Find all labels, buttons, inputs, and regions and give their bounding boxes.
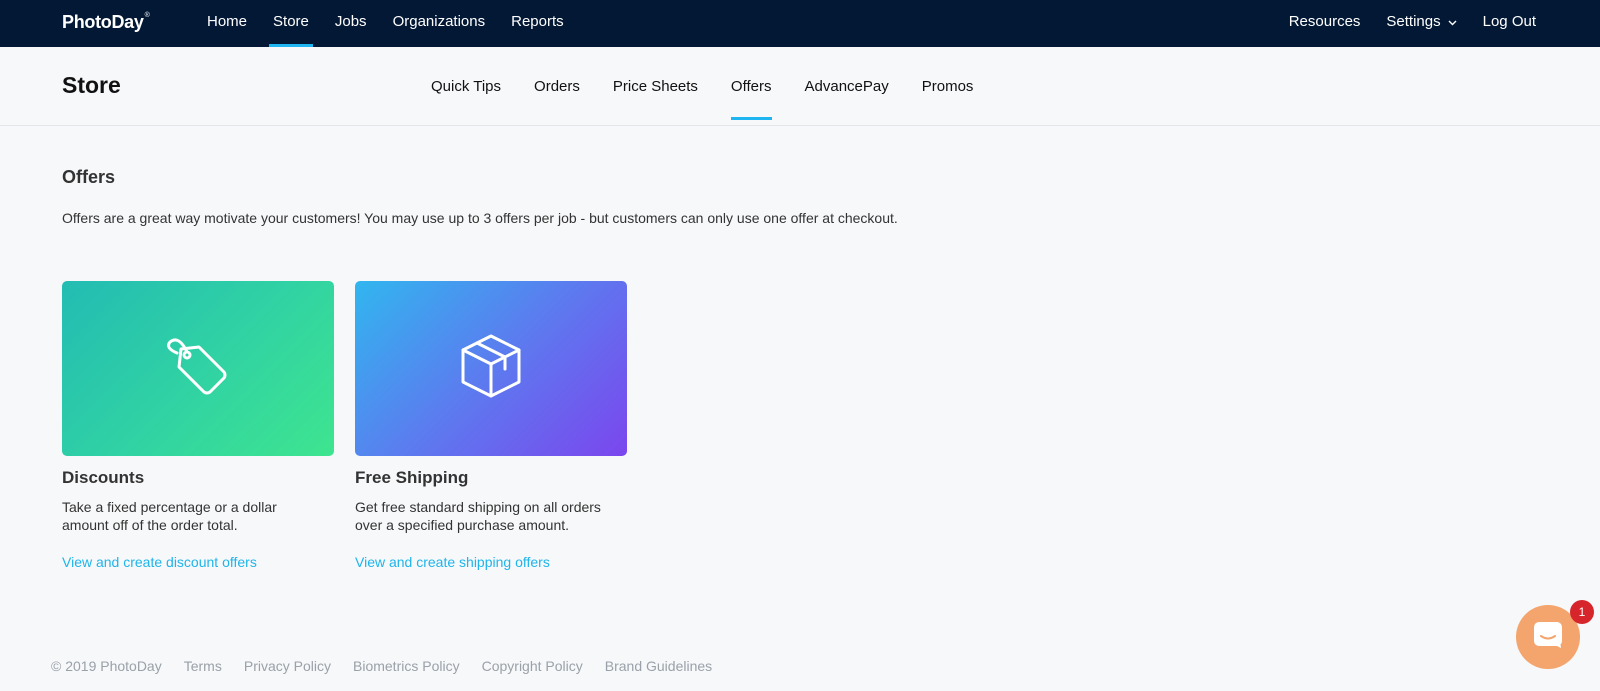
logo-text: PhotoDay xyxy=(62,12,144,32)
footer-biometrics-link[interactable]: Biometrics Policy xyxy=(353,658,460,674)
nav-store[interactable]: Store xyxy=(269,0,313,47)
nav-settings[interactable]: Settings xyxy=(1386,0,1457,47)
nav-logout[interactable]: Log Out xyxy=(1483,0,1536,47)
page-title: Store xyxy=(62,72,121,98)
tab-advancepay[interactable]: AdvancePay xyxy=(805,47,889,126)
box-icon xyxy=(459,332,523,405)
footer-terms-link[interactable]: Terms xyxy=(184,658,222,674)
footer: © 2019 PhotoDay Terms Privacy Policy Bio… xyxy=(51,658,734,674)
tab-offers[interactable]: Offers xyxy=(730,47,772,126)
discounts-card: Discounts Take a fixed percentage or a d… xyxy=(62,281,334,570)
shipping-offers-link[interactable]: View and create shipping offers xyxy=(355,554,627,570)
free-shipping-desc-line-2: over a specified purchase amount. xyxy=(355,517,570,533)
footer-copyright-policy-link[interactable]: Copyright Policy xyxy=(482,658,583,674)
store-subheader: Store Quick Tips Orders Price Sheets Off… xyxy=(0,47,1600,126)
nav-settings-label: Settings xyxy=(1386,13,1441,30)
nav-left: Home Store Jobs Organizations Reports xyxy=(207,0,590,47)
tag-icon xyxy=(165,333,231,404)
free-shipping-description: Get free standard shipping on all orders… xyxy=(355,498,627,534)
nav-right: Resources Settings Log Out xyxy=(1263,0,1536,47)
nav-jobs[interactable]: Jobs xyxy=(335,0,367,47)
tab-quick-tips[interactable]: Quick Tips xyxy=(431,47,501,126)
footer-copyright: © 2019 PhotoDay xyxy=(51,658,162,674)
store-tabs: Quick Tips Orders Price Sheets Offers Ad… xyxy=(431,47,1006,126)
footer-brand-guidelines-link[interactable]: Brand Guidelines xyxy=(605,658,712,674)
nav-home[interactable]: Home xyxy=(207,0,247,47)
free-shipping-card-image[interactable] xyxy=(355,281,627,456)
discounts-desc-line-2: amount off of the order total. xyxy=(62,517,238,533)
discounts-description: Take a fixed percentage or a dollar amou… xyxy=(62,498,334,534)
chat-icon xyxy=(1533,621,1563,654)
tab-promos[interactable]: Promos xyxy=(922,47,974,126)
nav-organizations[interactable]: Organizations xyxy=(393,0,486,47)
footer-privacy-link[interactable]: Privacy Policy xyxy=(244,658,331,674)
free-shipping-title: Free Shipping xyxy=(355,468,469,487)
logo-trademark: ® xyxy=(144,12,150,19)
discounts-desc-line-1: Take a fixed percentage or a dollar xyxy=(62,499,277,515)
free-shipping-desc-line-1: Get free standard shipping on all orders xyxy=(355,499,601,515)
nav-reports[interactable]: Reports xyxy=(511,0,564,47)
offers-heading: Offers xyxy=(62,167,116,187)
discounts-card-image[interactable] xyxy=(62,281,334,456)
chat-notification-badge: 1 xyxy=(1570,600,1594,624)
discounts-title: Discounts xyxy=(62,468,145,487)
photoday-logo[interactable]: PhotoDay® xyxy=(62,12,150,33)
chevron-down-icon xyxy=(1448,0,1457,44)
top-navbar: PhotoDay® Home Store Jobs Organizations … xyxy=(0,0,1600,47)
free-shipping-card: Free Shipping Get free standard shipping… xyxy=(355,281,627,570)
tab-price-sheets[interactable]: Price Sheets xyxy=(613,47,698,126)
tab-orders[interactable]: Orders xyxy=(534,47,580,126)
nav-resources[interactable]: Resources xyxy=(1289,0,1361,47)
discount-offers-link[interactable]: View and create discount offers xyxy=(62,554,334,570)
offers-description: Offers are a great way motivate your cus… xyxy=(62,210,898,226)
